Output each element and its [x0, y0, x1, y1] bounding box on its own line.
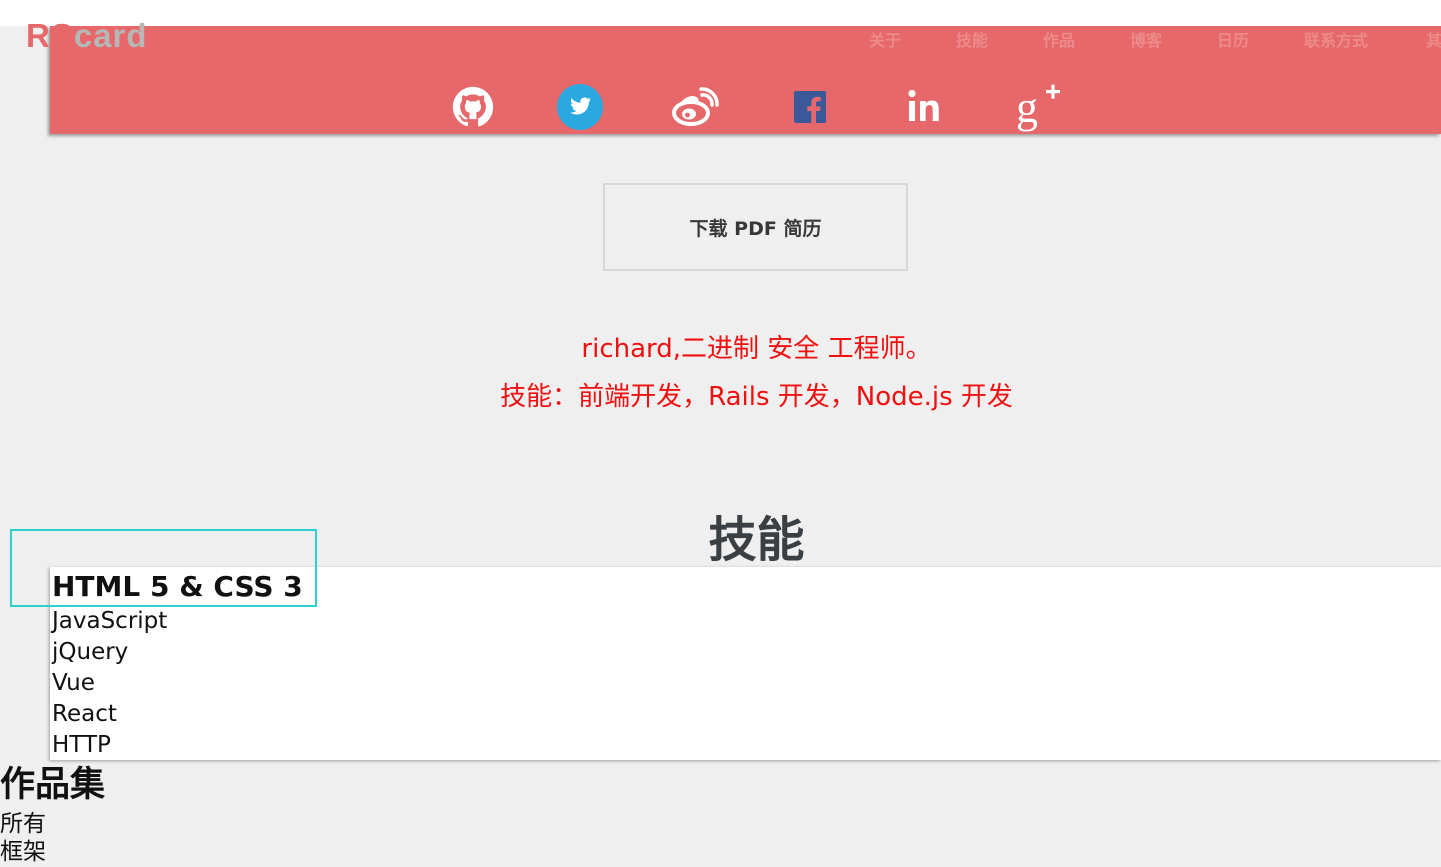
skill-item-html-css: HTML 5 & CSS 3	[52, 570, 303, 603]
skills-section-title: 技能	[708, 512, 805, 568]
linkedin-icon[interactable]	[901, 82, 951, 132]
skill-item-http: HTTP	[52, 732, 111, 758]
svg-text:g: g	[1016, 83, 1038, 132]
nav-item-works[interactable]: 作品	[1043, 27, 1075, 51]
intro-line-skills: 技能：前端开发，Rails 开发，Node.js 开发	[500, 382, 1013, 412]
facebook-icon[interactable]	[785, 82, 835, 132]
nav-item-contact[interactable]: 联系方式	[1304, 27, 1368, 51]
google-plus-icon[interactable]: g	[1015, 82, 1065, 132]
skill-item-react: React	[52, 701, 117, 727]
logo-part-card: card	[73, 17, 148, 54]
portfolio-filter-framework[interactable]: 框架	[0, 837, 46, 867]
intro-line-role: richard,二进制 安全 工程师。	[581, 334, 932, 364]
logo-part-rs: RS	[26, 17, 74, 54]
skill-item-vue: Vue	[52, 670, 95, 696]
portfolio-section-title: 作品集	[0, 765, 106, 805]
nav-item-blog[interactable]: 博客	[1130, 27, 1162, 51]
skills-panel: HTML 5 & CSS 3 JavaScript jQuery Vue Rea…	[50, 567, 1441, 760]
nav-item-calendar[interactable]: 日历	[1217, 27, 1249, 51]
site-logo[interactable]: RScard	[26, 16, 148, 56]
skill-item-javascript: JavaScript	[52, 608, 168, 634]
nav-item-skills[interactable]: 技能	[956, 27, 988, 51]
nav-item-about[interactable]: 关于	[869, 27, 901, 51]
download-pdf-resume-button[interactable]: 下载 PDF 简历	[603, 183, 908, 271]
twitter-icon[interactable]	[555, 82, 605, 132]
skill-item-jquery: jQuery	[52, 639, 129, 665]
github-icon[interactable]	[448, 82, 498, 132]
top-white-strip	[0, 0, 1441, 26]
portfolio-filter-all[interactable]: 所有	[0, 809, 46, 839]
nav-item-other[interactable]: 其	[1426, 27, 1441, 51]
weibo-icon[interactable]	[670, 82, 720, 132]
